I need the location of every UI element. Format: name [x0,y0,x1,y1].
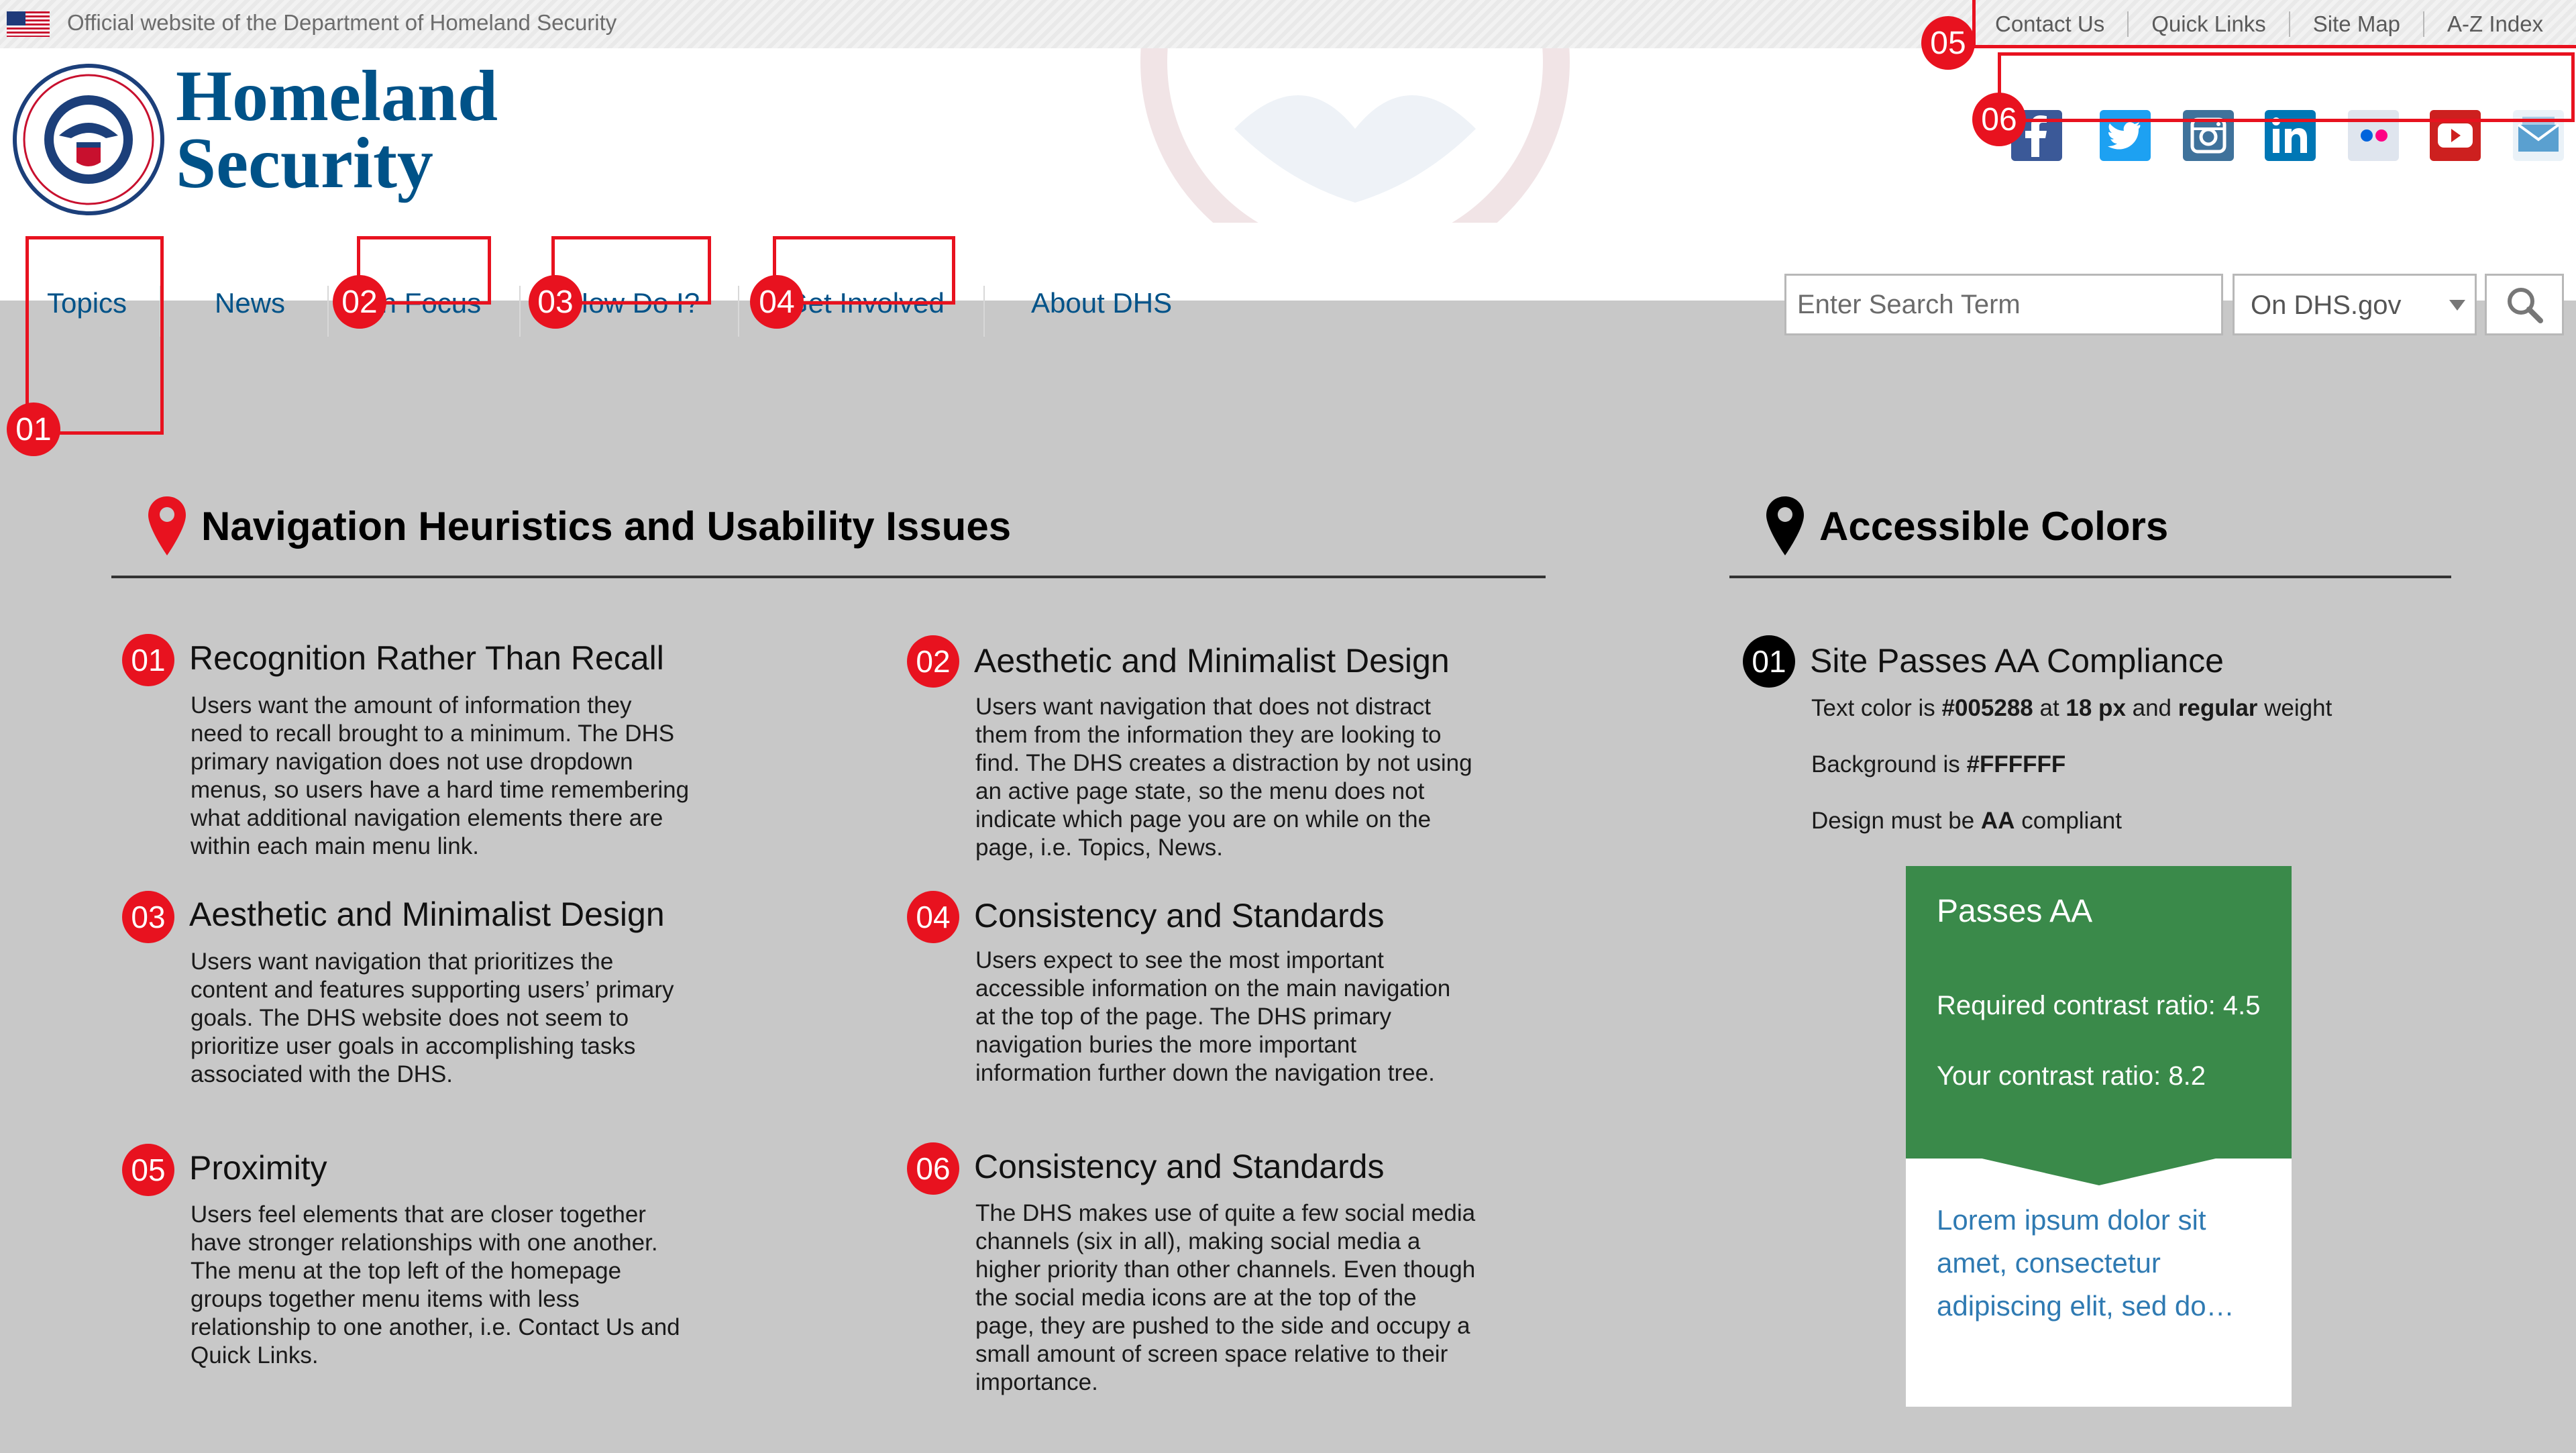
design-spec: Design must be AA compliant [1811,808,2122,834]
homeland-security-wordmark[interactable]: Homeland Security [176,60,498,200]
search-button[interactable] [2485,274,2564,335]
heuristic-title: Consistency and Standards [974,897,1385,934]
heuristic-description: Users want navigation that prioritizes t… [191,949,674,1087]
heuristic-title: Proximity [189,1149,327,1187]
background-spec: Background is #FFFFFF [1811,751,2066,777]
heuristic-title: Aesthetic and Minimalist Design [189,896,665,933]
us-flag-icon [7,11,50,37]
accessible-item-title: Site Passes AA Compliance [1810,642,2224,680]
heuristic-description: Users feel elements that are closer toge… [191,1201,680,1368]
nav-news[interactable]: News [215,287,285,319]
map-pin-icon [148,496,186,555]
accessible-badge-01: 01 [1743,635,1795,688]
section-divider [1729,576,2451,578]
nav-about-dhs[interactable]: About DHS [1031,287,1172,319]
heuristic-badge-05: 05 [122,1144,174,1196]
heuristic-description: Users want the amount of information the… [191,692,690,859]
dhs-seal-logo[interactable] [12,63,165,216]
official-website-text: Official website of the Department of Ho… [67,10,617,35]
section-divider [111,576,1546,578]
accessible-section-title: Accessible Colors [1819,504,2169,549]
annotation-badge-02: 02 [333,275,386,329]
eagle-watermark-icon [1140,48,1570,223]
search-input[interactable] [1784,274,2223,335]
map-pin-icon [1766,496,1804,555]
annotation-box-topics [25,236,164,435]
annotation-badge-04: 04 [750,275,804,329]
your-ratio: Your contrast ratio: 8.2 [1937,1061,2206,1091]
annotation-box-social-icons [1998,52,2575,122]
search-scope-select[interactable]: On DHS.gov [2233,274,2477,335]
heuristics-section-title: Navigation Heuristics and Usability Issu… [201,504,1012,549]
text-color-spec: Text color is #005288 at 18 px and regul… [1811,695,2332,721]
card-link-text[interactable]: Lorem ipsum dolor sit amet, consectetur … [1937,1199,2259,1328]
heuristic-title: Aesthetic and Minimalist Design [974,642,1450,680]
heuristic-title: Recognition Rather Than Recall [189,639,664,677]
required-ratio: Required contrast ratio: 4.5 [1937,991,2261,1020]
heuristic-description: The DHS makes use of quite a few social … [975,1200,1476,1395]
annotation-badge-05: 05 [1921,16,1975,70]
heuristic-description: Users want navigation that does not dist… [975,694,1472,861]
chevron-down-icon [2449,300,2465,311]
search-icon [2508,288,2543,323]
heuristic-badge-03: 03 [122,891,174,943]
annotation-badge-01: 01 [7,402,60,456]
annotation-badge-03: 03 [529,275,582,329]
heuristic-description: Users expect to see the most important ac… [975,947,1451,1086]
contrast-card: Passes AA Required contrast ratio: 4.5 Y… [1906,866,2292,1407]
nav-divider [738,286,739,337]
heuristic-badge-06: 06 [907,1142,959,1195]
nav-divider [519,286,521,337]
nav-divider [983,286,985,337]
heuristic-badge-02: 02 [907,635,959,688]
passes-aa-heading: Passes AA [1937,894,2093,929]
annotation-box-utility-links [1972,0,2576,48]
heuristic-badge-04: 04 [907,891,959,943]
annotation-badge-06: 06 [1972,93,2026,146]
heuristic-title: Consistency and Standards [974,1148,1385,1185]
heuristic-badge-01: 01 [122,634,174,686]
card-chevron-shape [1906,1128,2292,1185]
nav-divider [327,286,329,337]
